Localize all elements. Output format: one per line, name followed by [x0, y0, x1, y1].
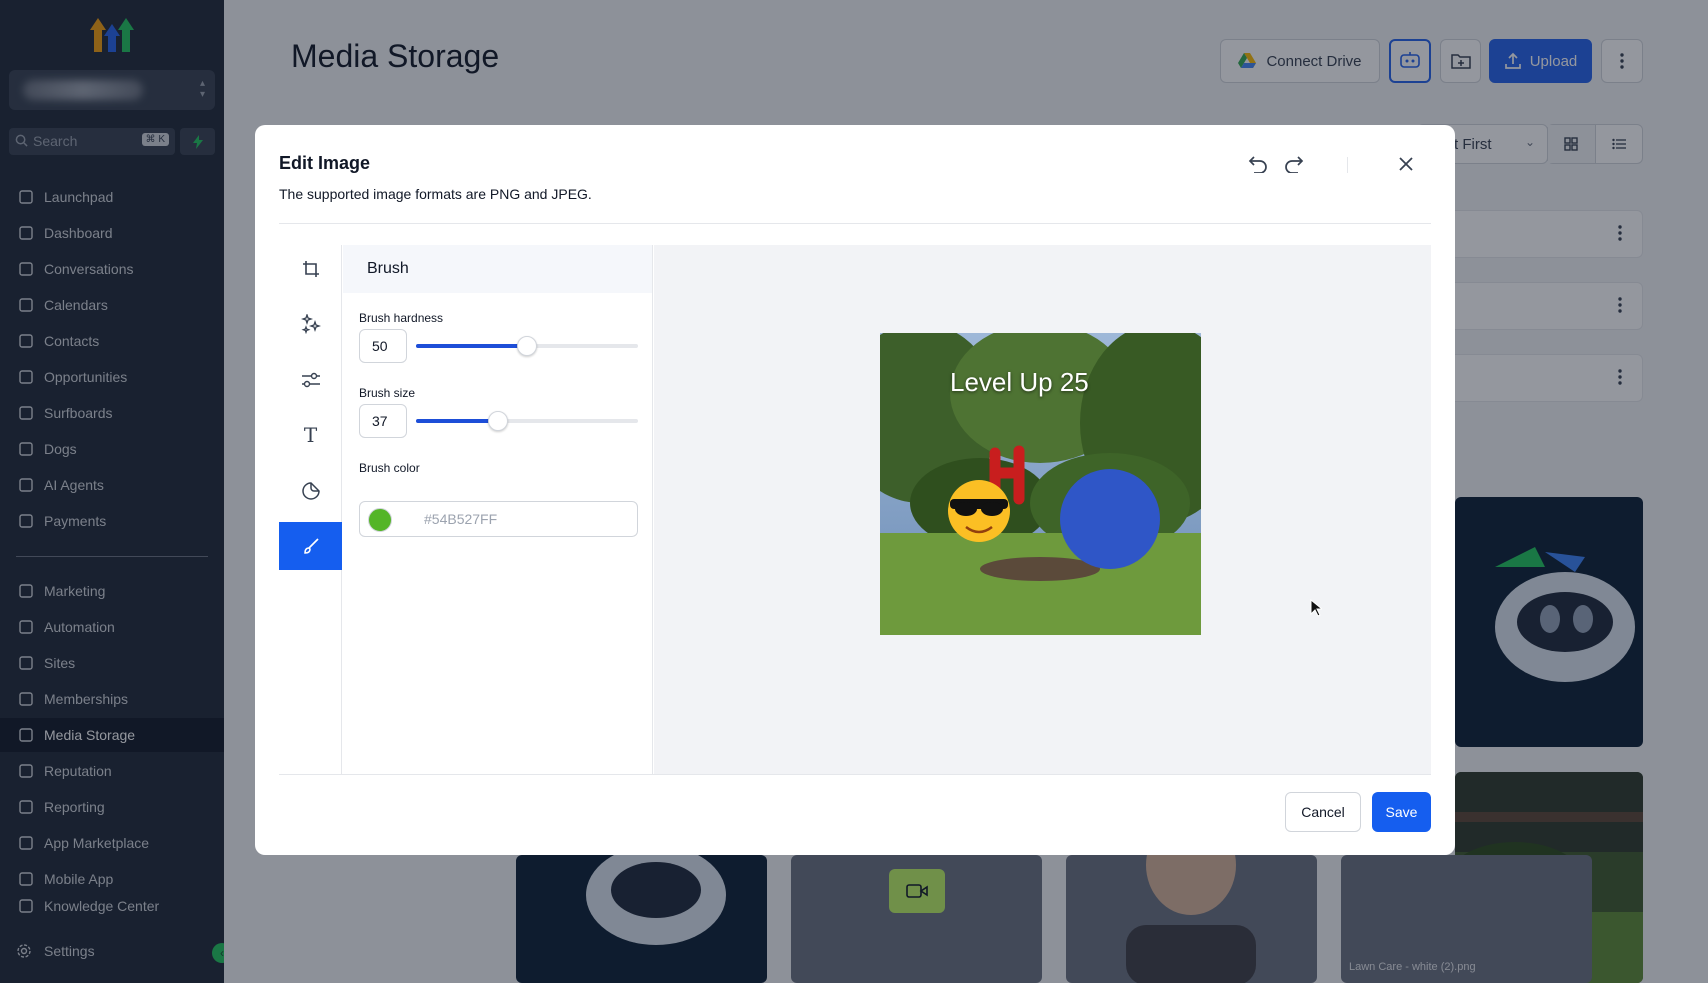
edited-image[interactable]: Level Up 25	[880, 333, 1201, 635]
text-icon: T	[303, 423, 318, 447]
brush-icon	[303, 538, 319, 554]
undo-icon	[1248, 156, 1267, 173]
brush-color-value[interactable]: #54B527FF	[424, 511, 497, 527]
modal-subtitle: The supported image formats are PNG and …	[279, 186, 592, 202]
crop-tool[interactable]	[279, 245, 342, 293]
slider-handle[interactable]	[488, 411, 509, 431]
brush-color-field[interactable]: #54B527FF	[359, 501, 638, 537]
editor-toolbar: T	[279, 245, 342, 774]
modal-title: Edit Image	[279, 153, 371, 173]
image-canvas[interactable]: Level Up 25	[654, 245, 1431, 774]
sticker-icon	[301, 482, 320, 500]
undo-button[interactable]	[1245, 151, 1271, 177]
modal-header-divider	[279, 223, 1431, 224]
slider-fill	[416, 419, 499, 423]
sticker-tool[interactable]	[279, 467, 342, 515]
edit-image-modal: Edit Image The supported image formats a…	[255, 125, 1455, 855]
modal-footer-divider	[279, 774, 1431, 775]
crop-icon	[302, 261, 319, 277]
image-overlay-text[interactable]: Level Up 25	[950, 367, 1089, 398]
brush-tool[interactable]	[279, 522, 342, 570]
slider-fill	[416, 344, 527, 348]
panel-title: Brush	[343, 245, 652, 293]
text-tool[interactable]: T	[279, 411, 342, 459]
redo-button[interactable]	[1281, 151, 1307, 177]
mouse-cursor-icon	[1310, 599, 1322, 617]
brush-color-label: Brush color	[359, 461, 420, 475]
close-button[interactable]	[1393, 151, 1419, 177]
save-button[interactable]: Save	[1372, 792, 1431, 832]
toolbar-separator	[1347, 157, 1348, 173]
brush-size-label: Brush size	[359, 386, 416, 400]
adjust-tool[interactable]	[279, 356, 342, 404]
cancel-button[interactable]: Cancel	[1285, 792, 1361, 832]
brush-size-input[interactable]: 37	[359, 404, 407, 438]
brush-hardness-input[interactable]: 50	[359, 329, 407, 363]
redo-icon	[1285, 156, 1304, 173]
sparkles-icon	[300, 314, 321, 334]
slider-handle[interactable]	[517, 336, 537, 356]
effects-tool[interactable]	[279, 300, 342, 348]
sliders-icon	[301, 372, 320, 388]
brush-panel: Brush Brush hardness 50 Brush size 37 Br…	[343, 245, 653, 774]
close-icon	[1399, 157, 1413, 171]
brush-hardness-slider[interactable]	[416, 336, 638, 356]
brush-size-slider[interactable]	[416, 411, 638, 431]
color-swatch[interactable]	[368, 508, 392, 532]
brush-hardness-label: Brush hardness	[359, 311, 444, 325]
